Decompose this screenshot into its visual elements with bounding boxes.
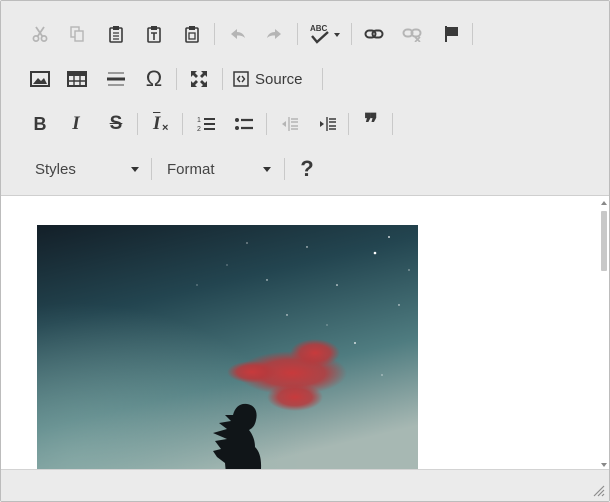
toolbar-separator (322, 68, 323, 90)
quote-icon: ❞ (364, 109, 378, 138)
italic-icon: I (72, 113, 80, 134)
remove-format-button[interactable]: I × (145, 109, 175, 139)
indent-button[interactable] (312, 109, 342, 139)
clipboard-word-icon (185, 26, 199, 43)
spellcheck-button[interactable]: ABC (305, 19, 345, 49)
numbered-list-icon: 1 2 (197, 117, 215, 133)
strikethrough-icon: S (109, 113, 123, 134)
link-button[interactable] (359, 19, 389, 49)
spellcheck-icon: ABC (310, 24, 340, 44)
cut-button[interactable] (25, 19, 55, 49)
toolbar-separator (137, 113, 138, 135)
horizontal-line-button[interactable] (101, 64, 131, 94)
toolbar-separator (176, 68, 177, 90)
paste-word-button[interactable] (177, 19, 207, 49)
unlink-button[interactable] (397, 19, 427, 49)
help-icon: ? (300, 156, 314, 181)
toolbar-separator (351, 23, 352, 45)
strike-button[interactable]: S (101, 109, 131, 139)
undo-button[interactable] (223, 19, 253, 49)
bulleted-list-icon (235, 118, 253, 130)
chevron-down-icon (263, 167, 271, 172)
toolbar-separator (284, 158, 285, 180)
image-icon (30, 71, 50, 87)
special-char-button[interactable]: Ω (139, 64, 169, 94)
horizontal-line-icon (107, 72, 125, 86)
blockquote-button[interactable]: ❞ (356, 109, 386, 139)
indent-icon (320, 117, 336, 131)
bold-button[interactable]: B (25, 109, 55, 139)
help-button[interactable]: ? (292, 154, 322, 184)
omega-icon: Ω (145, 66, 163, 91)
styles-dropdown[interactable]: Styles (35, 154, 139, 184)
scroll-down-icon[interactable] (601, 463, 607, 467)
format-label: Format (167, 160, 215, 178)
toolbar-separator (392, 113, 393, 135)
clipboard-icon (109, 26, 123, 43)
toolbar-separator (266, 113, 267, 135)
bold-icon: B (33, 113, 47, 134)
source-icon (233, 71, 249, 87)
toolbar-separator (214, 23, 215, 45)
paste-text-button[interactable] (139, 19, 169, 49)
clipboard-text-icon (147, 26, 161, 43)
toolbar-separator (297, 23, 298, 45)
resize-grip-icon[interactable] (593, 485, 605, 497)
toolbar-separator (182, 113, 183, 135)
link-icon (364, 29, 384, 39)
content-scrollbar[interactable] (600, 201, 608, 467)
anchor-button[interactable] (437, 19, 467, 49)
night-sky-photo[interactable] (37, 225, 418, 469)
source-label: Source (255, 70, 303, 88)
toolbar-separator (348, 113, 349, 135)
redo-icon (267, 29, 281, 39)
undo-icon (231, 29, 245, 39)
format-dropdown[interactable]: Format (167, 154, 271, 184)
source-button[interactable]: Source (233, 64, 303, 94)
italic-button[interactable]: I (61, 109, 91, 139)
styles-label: Styles (35, 160, 76, 178)
scroll-thumb[interactable] (601, 211, 607, 271)
flag-icon (445, 26, 458, 42)
redo-button[interactable] (259, 19, 289, 49)
image-button[interactable] (25, 64, 55, 94)
chevron-down-icon (131, 167, 139, 172)
toolbar-separator (472, 23, 473, 45)
unlink-icon (402, 28, 422, 42)
outdent-button[interactable] (274, 109, 304, 139)
toolbar-row-clipboard: ABC (1, 17, 609, 51)
bulleted-list-button[interactable] (229, 109, 259, 139)
editor-toolbar: ABC Ω Source B I S I × 1 2 ❞ Styles Form… (1, 1, 609, 196)
copy-icon (70, 26, 84, 42)
scissors-icon (32, 26, 48, 42)
toolbar-row-insert: Ω Source (1, 62, 609, 96)
svg-text:1: 1 (197, 117, 201, 124)
maximize-button[interactable] (184, 64, 214, 94)
remove-format-icon: I × (153, 113, 169, 134)
editor-content-area[interactable] (1, 197, 609, 469)
copy-button[interactable] (62, 19, 92, 49)
maximize-icon (191, 71, 207, 87)
rich-text-editor: ABC Ω Source B I S I × 1 2 ❞ Styles Form… (0, 0, 610, 502)
table-icon (67, 71, 87, 87)
toolbar-separator (151, 158, 152, 180)
outdent-icon (282, 117, 298, 131)
toolbar-separator (222, 68, 223, 90)
scroll-up-icon[interactable] (601, 201, 607, 205)
svg-text:2: 2 (197, 126, 201, 133)
paste-button[interactable] (101, 19, 131, 49)
table-button[interactable] (62, 64, 92, 94)
numbered-list-button[interactable]: 1 2 (191, 109, 221, 139)
toolbar-row-format: B I S I × 1 2 ❞ (1, 107, 609, 141)
editor-status-bar (1, 469, 609, 501)
svg-text:ABC: ABC (310, 24, 328, 33)
toolbar-row-styles: Styles Format ? (1, 152, 609, 186)
